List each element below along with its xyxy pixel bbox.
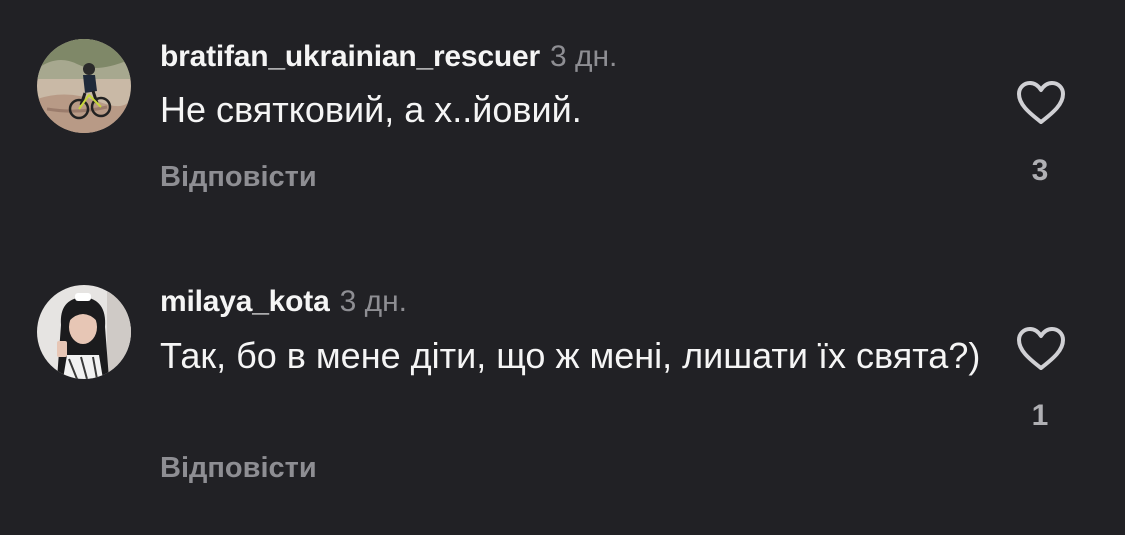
username[interactable]: bratifan_ukrainian_rescuer bbox=[160, 40, 540, 73]
timestamp: 3 дн. bbox=[549, 40, 618, 73]
avatar-woman-image bbox=[37, 285, 131, 379]
timestamp: 3 дн. bbox=[339, 285, 408, 318]
avatar[interactable] bbox=[37, 285, 131, 379]
like-button[interactable] bbox=[1016, 326, 1066, 372]
like-button[interactable] bbox=[1016, 80, 1066, 126]
like-count: 3 bbox=[1031, 154, 1049, 187]
comment-header: bratifan_ukrainian_rescuer 3 дн. bbox=[160, 40, 617, 74]
avatar[interactable] bbox=[37, 39, 131, 133]
username[interactable]: milaya_kota bbox=[160, 285, 330, 318]
like-count: 1 bbox=[1031, 399, 1049, 432]
reply-button[interactable]: Відповісти bbox=[160, 160, 317, 194]
avatar-cyclist-image bbox=[37, 39, 131, 133]
comment-text: Не святковий, а х..йовий. bbox=[160, 89, 582, 130]
comment-text: Так, бо в мене діти, що ж мені, лишати ї… bbox=[160, 335, 981, 376]
heart-outline-icon bbox=[1017, 81, 1065, 124]
heart-outline-icon bbox=[1017, 327, 1065, 370]
reply-button[interactable]: Відповісти bbox=[160, 451, 317, 485]
comment-header: milaya_kota 3 дн. bbox=[160, 285, 407, 319]
